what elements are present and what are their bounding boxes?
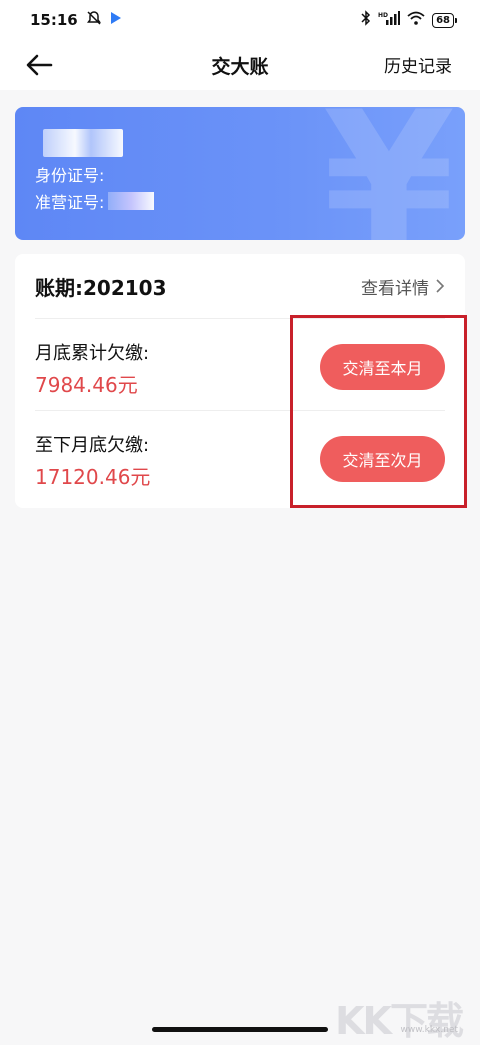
bill-period: 账期:202103 <box>35 272 167 301</box>
row-amount: 7984.46元 <box>35 369 138 398</box>
license-number-row: 准营证号: <box>35 189 154 213</box>
view-details-link[interactable]: 查看详情 <box>361 274 445 299</box>
svg-text:HD: HD <box>378 12 388 19</box>
chevron-right-icon <box>435 278 445 294</box>
yen-watermark-icon: ¥ <box>323 107 455 240</box>
row-label: 月底累计欠缴: <box>35 339 149 365</box>
battery-icon: 68 <box>432 13 454 28</box>
nav-bar: 交大账 历史记录 <box>0 40 480 90</box>
row-label: 至下月底欠缴: <box>35 431 149 457</box>
play-icon <box>110 11 122 29</box>
watermark-url: www.kkx.net <box>401 1025 459 1035</box>
bluetooth-icon <box>361 10 371 30</box>
bill-row-current-month: 月底累计欠缴: 7984.46元 交清至本月 <box>35 319 445 411</box>
row-amount: 17120.46元 <box>35 461 150 490</box>
id-number-label: 身份证号: <box>35 162 104 186</box>
status-time: 15:16 <box>30 11 78 29</box>
redacted-license <box>108 192 154 210</box>
pay-to-current-month-button[interactable]: 交清至本月 <box>320 344 445 390</box>
status-right: HD 68 <box>361 10 454 30</box>
bill-header: 账期:202103 查看详情 <box>35 254 445 319</box>
redacted-name <box>43 129 123 157</box>
bill-card: 账期:202103 查看详情 月底累计欠缴: 7984.46元 交清至本月 至下… <box>15 254 465 508</box>
wifi-icon <box>407 11 425 29</box>
history-link[interactable]: 历史记录 <box>384 52 452 77</box>
view-details-label: 查看详情 <box>361 274 429 299</box>
back-button[interactable] <box>24 50 54 80</box>
bill-row-next-month: 至下月底欠缴: 17120.46元 交清至次月 <box>35 411 445 503</box>
pay-to-next-month-button[interactable]: 交清至次月 <box>320 436 445 482</box>
watermark-logo: KK下载 <box>335 990 462 1045</box>
hd-signal-icon: HD <box>378 11 400 29</box>
status-left: 15:16 <box>30 10 122 30</box>
home-indicator[interactable] <box>152 1027 328 1032</box>
license-number-label: 准营证号: <box>35 189 104 213</box>
page-title: 交大账 <box>211 52 268 79</box>
status-bar: 15:16 HD 68 <box>0 0 480 40</box>
mute-bell-icon <box>86 10 102 30</box>
account-info-card: ¥ 身份证号: 准营证号: <box>15 107 465 240</box>
back-arrow-icon <box>24 50 54 80</box>
